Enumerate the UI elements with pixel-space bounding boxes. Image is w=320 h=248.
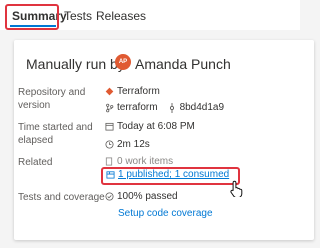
artifacts-text: 1 published; 1 consumed [118, 169, 230, 180]
check-circle-icon [104, 192, 114, 202]
artifact-icon [105, 170, 115, 180]
work-items-row: 0 work items [104, 156, 173, 167]
hand-cursor-icon [230, 180, 244, 202]
repo-row[interactable]: Terraform [104, 86, 160, 97]
commit-icon [167, 102, 177, 113]
run-title: Manually run by [26, 56, 125, 72]
commit-id[interactable]: 8bd4d1a9 [180, 102, 225, 113]
time-label-line-2: elapsed [18, 135, 54, 146]
work-items-count: 0 work items [117, 156, 174, 167]
tab-releases[interactable]: Releases [96, 9, 146, 23]
work-item-icon [104, 157, 114, 167]
branch-name[interactable]: terraform [117, 102, 158, 113]
time-label-line-1: Time started and [18, 122, 93, 133]
started-row: Today at 6:08 PM [104, 121, 195, 132]
started-time: Today at 6:08 PM [117, 121, 195, 132]
tab-summary[interactable]: Summary [12, 9, 67, 23]
tests-label: Tests and coverage [18, 192, 105, 203]
elapsed-row: 2m 12s [104, 139, 150, 150]
repo-version-label: Repository and version [18, 86, 85, 112]
elapsed-time: 2m 12s [117, 139, 150, 150]
setup-coverage-link[interactable]: Setup code coverage [118, 208, 213, 219]
branch-commit-row: terraform 8bd4d1a9 [104, 102, 224, 113]
active-tab-indicator [10, 25, 56, 27]
repo-name: Terraform [117, 86, 160, 97]
repo-label-line-1: Repository and [18, 87, 86, 98]
tab-tests[interactable]: Tests [64, 9, 92, 23]
related-label: Related [18, 157, 53, 168]
tests-row: 100% passed [104, 191, 178, 202]
calendar-icon [104, 122, 114, 132]
avatar: AP [115, 54, 131, 70]
artifacts-link[interactable]: 1 published; 1 consumed [105, 169, 229, 180]
user-name[interactable]: Amanda Punch [135, 56, 231, 72]
time-label: Time started and elapsed [18, 121, 93, 147]
git-diamond-icon [104, 87, 114, 97]
branch-icon [104, 103, 114, 113]
tests-result: 100% passed [117, 191, 178, 202]
tab-bar: Summary Tests Releases [0, 0, 300, 30]
repo-label-line-2: version [18, 100, 51, 111]
clock-icon [104, 140, 114, 150]
